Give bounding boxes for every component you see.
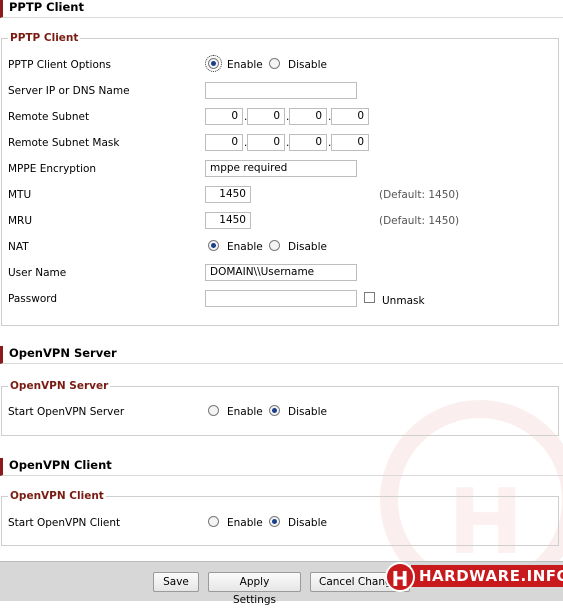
- server-input[interactable]: [205, 82, 357, 99]
- legend-openvpn-server: OpenVPN Server: [8, 380, 111, 392]
- legend-openvpn-client: OpenVPN Client: [8, 490, 106, 502]
- apply-settings-button[interactable]: Apply Settings: [208, 572, 301, 606]
- row-remote-mask: Remote Subnet Mask 0 . 0 . 0 . 0: [2, 133, 558, 153]
- section-title-pptp: PPTP Client: [0, 0, 563, 18]
- label-pptp-enable: Enable: [227, 59, 263, 71]
- row-mru: MRU 1450 (Default: 1450): [2, 211, 558, 231]
- section-title-openvpn-server: OpenVPN Server: [0, 346, 563, 364]
- remote-mask-octet-3[interactable]: 0: [289, 134, 327, 151]
- save-button[interactable]: Save: [153, 572, 199, 592]
- radio-openvpn-server-enable[interactable]: [208, 405, 219, 416]
- radio-openvpn-client-enable[interactable]: [208, 516, 219, 527]
- mru-default: (Default: 1450): [379, 215, 460, 227]
- label-unmask: Unmask: [382, 295, 425, 307]
- label-openvpn-client-disable: Disable: [288, 517, 327, 529]
- fieldset-openvpn-server: OpenVPN Server Start OpenVPN Server Enab…: [1, 380, 559, 436]
- remote-subnet-octet-3[interactable]: 0: [289, 108, 327, 125]
- remote-mask-octet-4[interactable]: 0: [331, 134, 369, 151]
- logo-badge-icon: H: [385, 562, 415, 592]
- label-nat-enable: Enable: [227, 241, 263, 253]
- label-password: Password: [8, 293, 58, 305]
- radio-nat-disable[interactable]: [269, 240, 280, 251]
- remote-subnet-octet-2[interactable]: 0: [247, 108, 285, 125]
- label-pptp-options: PPTP Client Options: [8, 59, 111, 71]
- label-pptp-disable: Disable: [288, 59, 327, 71]
- section-title-openvpn-client: OpenVPN Client: [0, 458, 563, 476]
- label-remote-subnet: Remote Subnet: [8, 111, 90, 123]
- password-input[interactable]: [205, 290, 357, 307]
- label-mppe: MPPE Encryption: [8, 163, 97, 175]
- radio-nat-enable[interactable]: [208, 240, 219, 251]
- label-nat-disable: Disable: [288, 241, 327, 253]
- row-mtu: MTU 1450 (Default: 1450): [2, 185, 558, 205]
- radio-openvpn-client-disable[interactable]: [269, 516, 280, 527]
- label-openvpn-client-enable: Enable: [227, 517, 263, 529]
- row-mppe: MPPE Encryption mppe required: [2, 159, 558, 179]
- row-password: Password Unmask: [2, 289, 558, 309]
- row-remote-subnet: Remote Subnet 0 . 0 . 0 . 0: [2, 107, 558, 127]
- radio-pptp-enable[interactable]: [205, 55, 222, 72]
- label-username: User Name: [8, 267, 67, 279]
- unmask-checkbox[interactable]: [364, 292, 375, 303]
- mtu-default: (Default: 1450): [379, 189, 460, 201]
- row-username: User Name DOMAIN\\Username: [2, 263, 558, 283]
- radio-openvpn-server-disable[interactable]: [269, 405, 280, 416]
- radio-pptp-disable[interactable]: [269, 58, 280, 69]
- row-pptp-options: PPTP Client Options Enable Disable: [2, 55, 558, 75]
- mru-input[interactable]: 1450: [205, 212, 251, 229]
- label-remote-mask: Remote Subnet Mask: [8, 137, 120, 149]
- username-input[interactable]: DOMAIN\\Username: [205, 264, 357, 281]
- hardware-info-logo: HARDWARE.INFO H: [385, 562, 563, 592]
- label-openvpn-server-disable: Disable: [288, 406, 327, 418]
- legend-pptp: PPTP Client: [8, 32, 81, 44]
- row-start-openvpn-client: Start OpenVPN Client Enable Disable: [2, 513, 558, 533]
- mtu-input[interactable]: 1450: [205, 186, 251, 203]
- label-openvpn-server-enable: Enable: [227, 406, 263, 418]
- row-server: Server IP or DNS Name: [2, 81, 558, 101]
- row-start-openvpn-server: Start OpenVPN Server Enable Disable: [2, 402, 558, 422]
- label-server: Server IP or DNS Name: [8, 85, 130, 97]
- remote-subnet-octet-4[interactable]: 0: [331, 108, 369, 125]
- fieldset-openvpn-client: OpenVPN Client Start OpenVPN Client Enab…: [1, 490, 559, 546]
- remote-mask-octet-1[interactable]: 0: [205, 134, 243, 151]
- mppe-select[interactable]: mppe required: [205, 160, 357, 177]
- label-start-openvpn-client: Start OpenVPN Client: [8, 517, 121, 529]
- row-nat: NAT Enable Disable: [2, 237, 558, 257]
- label-nat: NAT: [8, 241, 29, 253]
- fieldset-pptp: PPTP Client PPTP Client Options Enable D…: [1, 32, 559, 326]
- label-mru: MRU: [8, 215, 33, 227]
- label-mtu: MTU: [8, 189, 32, 201]
- remote-subnet-octet-1[interactable]: 0: [205, 108, 243, 125]
- remote-mask-octet-2[interactable]: 0: [247, 134, 285, 151]
- label-start-openvpn-server: Start OpenVPN Server: [8, 406, 125, 418]
- logo-text: HARDWARE.INFO: [411, 565, 563, 587]
